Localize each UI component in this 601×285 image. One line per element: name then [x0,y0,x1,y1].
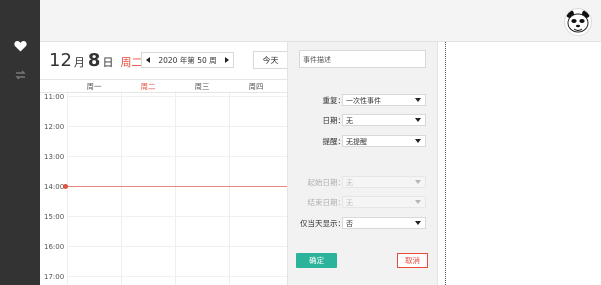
end-date-select[interactable]: 无 [342,196,426,208]
left-sidebar [0,0,40,285]
column-divider [121,91,122,285]
repeat-value: 一次性事件 [346,97,381,105]
chevron-down-icon [415,98,421,102]
reminder-row: 提醒： 无提醒 [288,135,437,147]
weekday-header: 周一 周二 周三 周四 [40,79,287,93]
repeat-row: 重复： 一次性事件 [288,94,437,106]
next-week-icon[interactable] [224,56,229,65]
event-edit-panel: 事件描述 重复： 一次性事件 日期： 无 提醒： 无提醒 起始日期： 无 结束日… [287,42,438,285]
daytime-only-select[interactable]: 否 [342,217,426,229]
time-label: 12:00 [44,123,65,131]
dotted-divider [445,42,447,285]
chevron-down-icon [415,180,421,184]
weekday-mon: 周一 [86,82,102,91]
end-date-label: 结束日期： [307,198,346,207]
time-label: 11:00 [44,93,65,101]
end-date-row: 结束日期： 无 [288,196,437,208]
current-date-title: 12 月 8 日 周二 [49,50,142,72]
time-label: 15:00 [44,213,65,221]
date-row: 日期： 无 [288,114,437,126]
month-number: 12 [49,50,72,71]
time-label: 17:00 [44,273,65,281]
date-value: 无 [346,117,353,125]
sync-arrows-icon[interactable] [11,66,29,84]
hour-gridline [67,246,287,247]
start-date-value: 无 [346,179,353,187]
today-button[interactable]: 今天 [253,51,287,69]
panda-avatar[interactable] [564,8,592,36]
weekday-thu: 周四 [248,82,264,91]
chevron-down-icon [415,221,421,225]
week-navigator: 2020 年第 50 周 [141,52,234,68]
event-description-input[interactable]: 事件描述 [299,50,426,68]
heart-icon[interactable] [11,37,29,55]
top-header [40,0,601,42]
prev-week-icon[interactable] [146,56,151,65]
weekday-wed: 周三 [194,82,210,91]
weekday-tue: 周二 [140,82,156,91]
month-unit: 月 [73,56,85,69]
start-date-row: 起始日期： 无 [288,176,437,188]
confirm-button[interactable]: 确定 [296,253,337,268]
hour-gridline [67,96,287,97]
repeat-select[interactable]: 一次性事件 [342,94,426,106]
time-label: 13:00 [44,153,65,161]
cancel-button[interactable]: 取消 [397,253,428,268]
current-weekday: 周二 [120,56,143,69]
daytime-only-row: 仅当天显示： 否 [288,217,437,229]
daytime-only-value: 否 [346,220,353,228]
chevron-down-icon [415,118,421,122]
hour-gridline [67,126,287,127]
day-unit: 日 [102,56,114,69]
column-divider [229,91,230,285]
chevron-down-icon [415,139,421,143]
column-divider [175,91,176,285]
week-label: 2020 年第 50 周 [158,55,217,65]
week-calendar: 12 月 8 日 周二 2020 年第 50 周 今天 周一 周二 周三 周四 … [40,42,287,285]
reminder-value: 无提醒 [346,138,367,146]
chevron-down-icon [415,200,421,204]
hour-gridline [67,156,287,157]
hour-gridline [67,216,287,217]
end-date-value: 无 [346,199,353,207]
start-date-select[interactable]: 无 [342,176,426,188]
reminder-select[interactable]: 无提醒 [342,135,426,147]
day-number: 8 [87,50,101,71]
hour-gridline [67,276,287,277]
daytime-only-label: 仅当天显示： [300,219,345,228]
time-label: 14:00 [44,183,65,191]
time-label: 16:00 [44,243,65,251]
current-time-dot [63,184,68,189]
start-date-label: 起始日期： [307,178,346,187]
date-select[interactable]: 无 [342,114,426,126]
current-time-line [65,186,287,187]
